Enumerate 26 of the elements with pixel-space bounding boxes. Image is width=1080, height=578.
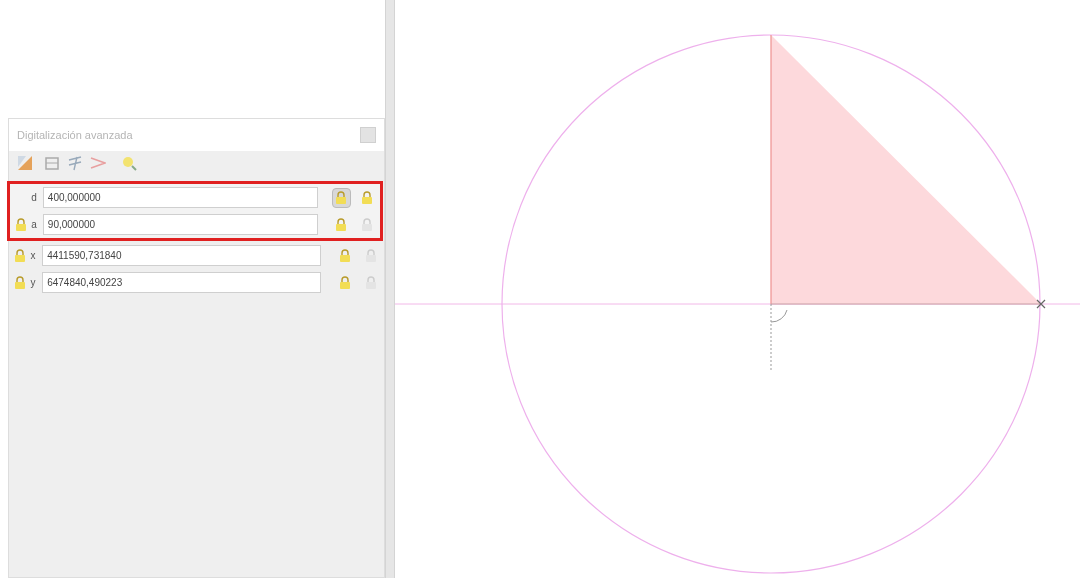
field-label: d bbox=[31, 191, 38, 205]
input-field[interactable]: 4411590,731840 bbox=[42, 245, 322, 266]
lock-icon bbox=[335, 191, 348, 204]
lock-icon bbox=[14, 218, 27, 231]
field-label: x bbox=[30, 249, 37, 263]
lock-icon bbox=[13, 276, 26, 289]
lock-icon bbox=[361, 191, 374, 204]
lock-icon bbox=[339, 249, 352, 262]
panel-title: Digitalización avanzada bbox=[17, 127, 133, 143]
lock-icon bbox=[365, 276, 378, 289]
lock-button[interactable] bbox=[331, 187, 351, 208]
field-label: y bbox=[30, 276, 37, 290]
close-button[interactable] bbox=[360, 127, 376, 143]
input-field[interactable]: 6474840,490223 bbox=[42, 272, 322, 293]
snap-icon[interactable] bbox=[121, 155, 137, 171]
construction-icon[interactable] bbox=[44, 155, 60, 171]
lock-icon bbox=[335, 218, 348, 231]
lock-icon bbox=[13, 249, 26, 262]
splitter-handle[interactable] bbox=[385, 0, 395, 578]
input-field[interactable]: 90,000000 bbox=[42, 214, 318, 235]
input-field[interactable]: 400,000000 bbox=[42, 187, 318, 208]
field-label: a bbox=[31, 218, 38, 232]
lock-icon bbox=[365, 249, 378, 262]
parallel-icon[interactable] bbox=[67, 155, 83, 171]
lock-icon bbox=[339, 276, 352, 289]
lock-icon bbox=[361, 218, 374, 231]
